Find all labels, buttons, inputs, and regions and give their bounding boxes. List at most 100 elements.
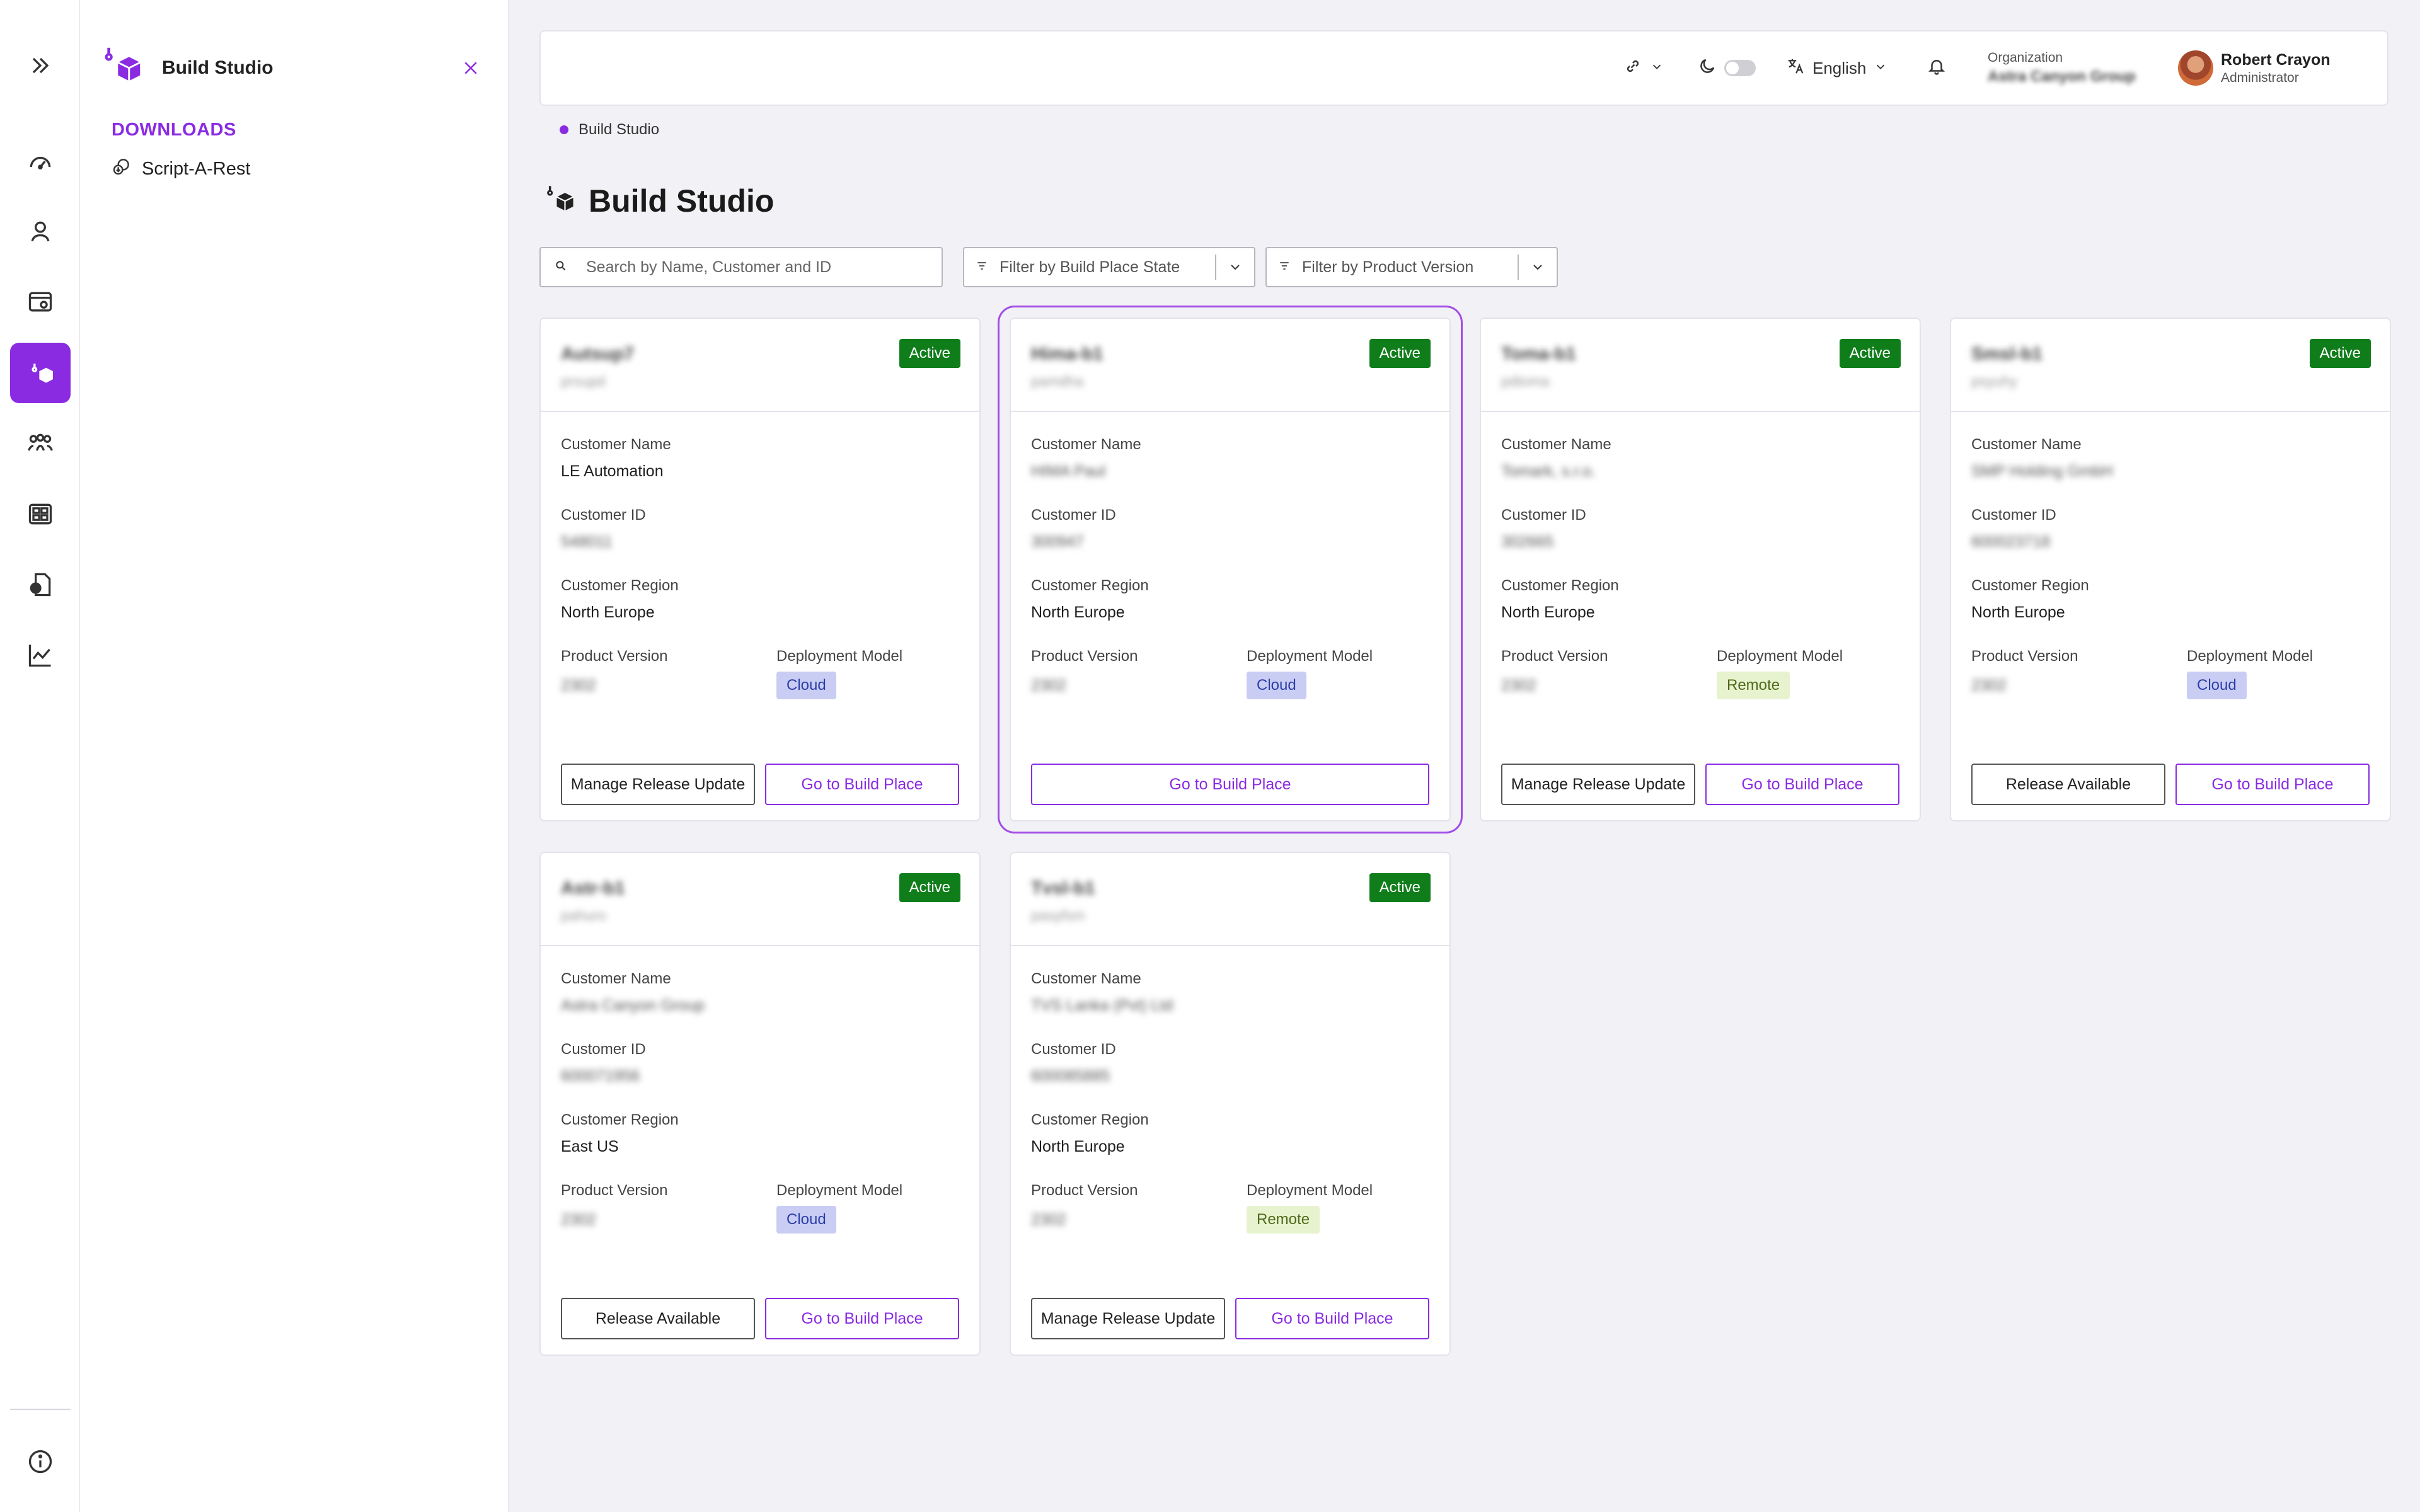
bell-icon	[1927, 57, 1946, 80]
build-place-subtitle: pahuro	[561, 907, 606, 924]
customer-name-value: TVS Lanka (Pvt) Ltd	[1031, 997, 1173, 1014]
build-place-card[interactable]: Tvsl-b1 pasyfsm Active Customer Name TVS…	[1010, 852, 1451, 1356]
card-header: Smsl-b1 psyuhy Active	[1951, 319, 2390, 412]
filter-icon	[976, 258, 988, 277]
product-version-value: 2302	[561, 677, 596, 694]
customer-region-value: North Europe	[1971, 604, 2065, 621]
build-place-state-placeholder: Filter by Build Place State	[1000, 258, 1180, 276]
deployment-model-badge: Cloud	[1247, 672, 1306, 699]
search-icon	[555, 260, 567, 275]
build-place-name: Toma-b1	[1501, 344, 1576, 364]
build-place-card[interactable]: Hima-b1 pamdha Active Customer Name HIMA…	[998, 306, 1463, 833]
product-version-label: Product Version	[561, 1182, 668, 1199]
customer-id-value: 600023718	[1971, 533, 2051, 551]
settings-window-icon[interactable]	[10, 272, 71, 333]
status-badge: Active	[1839, 339, 1901, 368]
customer-name-value: HIMA Paul	[1031, 462, 1106, 480]
page-title-text: Build Studio	[589, 183, 775, 219]
card-header: Autsup7 prsupd Active	[541, 319, 979, 412]
go-to-build-place-button[interactable]: Go to Build Place	[765, 764, 959, 805]
panel-title: Build Studio	[162, 57, 274, 78]
customer-id-value: 300947	[1031, 533, 1084, 551]
build-place-name: Smsl-b1	[1971, 344, 2043, 364]
customer-name-label: Customer Name	[1031, 436, 1141, 453]
customer-name-value: LE Automation	[561, 462, 664, 480]
customer-name-value: SMP Holding GmbH	[1971, 462, 2113, 480]
build-place-name: Astr-b1	[561, 878, 625, 898]
manage-release-update-button[interactable]: Manage Release Update	[561, 764, 755, 805]
link-menu[interactable]	[1623, 32, 1664, 105]
customer-id-label: Customer ID	[561, 507, 646, 524]
notifications-button[interactable]	[1927, 32, 1946, 105]
build-place-card[interactable]: Smsl-b1 psyuhy Active Customer Name SMP …	[1950, 318, 2391, 822]
product-version-label: Product Version	[1971, 648, 2078, 665]
card-header: Tvsl-b1 pasyfsm Active	[1011, 853, 1449, 946]
chevron-down-icon	[1228, 260, 1243, 279]
rail-divider	[10, 1409, 71, 1410]
grid-board-icon[interactable]	[10, 484, 71, 544]
customer-id-label: Customer ID	[1501, 507, 1586, 524]
dashboard-gauge-icon[interactable]	[10, 131, 71, 192]
info-icon[interactable]	[10, 1431, 71, 1492]
product-version-label: Product Version	[1031, 1182, 1138, 1199]
close-icon[interactable]	[458, 55, 483, 81]
breadcrumb-dot-icon	[560, 125, 568, 134]
team-icon[interactable]	[10, 413, 71, 474]
release-available-button[interactable]: Release Available	[1971, 764, 2165, 805]
customer-name-label: Customer Name	[1971, 436, 2082, 453]
manage-release-update-button[interactable]: Manage Release Update	[1031, 1298, 1225, 1339]
go-to-build-place-button[interactable]: Go to Build Place	[1235, 1298, 1429, 1339]
go-to-build-place-button[interactable]: Go to Build Place	[1031, 764, 1429, 805]
build-studio-title-icon	[544, 183, 577, 219]
build-studio-logo-icon	[101, 44, 146, 91]
status-badge: Active	[1369, 339, 1431, 368]
select-separator	[1518, 255, 1519, 280]
select-separator	[1215, 255, 1216, 280]
search-input[interactable]	[586, 258, 926, 277]
language-label: English	[1812, 58, 1867, 77]
customer-region-label: Customer Region	[1031, 577, 1149, 594]
product-version-value: 2302	[561, 1211, 596, 1228]
build-place-name: Autsup7	[561, 344, 634, 364]
build-place-card[interactable]: Toma-b1 pdtoma Active Customer Name Toma…	[1480, 318, 1921, 822]
avatar	[2178, 50, 2213, 86]
product-version-value: 2302	[1031, 1211, 1066, 1228]
analytics-chart-icon[interactable]	[10, 625, 71, 685]
product-version-value: 2302	[1031, 677, 1066, 694]
moon-icon	[1698, 57, 1717, 80]
go-to-build-place-button[interactable]: Go to Build Place	[2175, 764, 2370, 805]
release-available-button[interactable]: Release Available	[561, 1298, 755, 1339]
manage-release-update-button[interactable]: Manage Release Update	[1501, 764, 1695, 805]
user-icon[interactable]	[10, 202, 71, 262]
customer-region-value: East US	[561, 1138, 619, 1155]
build-place-state-filter[interactable]: Filter by Build Place State	[963, 247, 1255, 287]
build-place-card[interactable]: Astr-b1 pahuro Active Customer Name Astr…	[539, 852, 981, 1356]
panel-item-script-a-rest[interactable]: Script-A-Rest	[112, 156, 250, 181]
language-selector[interactable]: English	[1786, 32, 1887, 105]
chevron-down-icon	[1874, 59, 1887, 78]
deployment-model-label: Deployment Model	[776, 648, 903, 665]
build-place-name: Tvsl-b1	[1031, 878, 1095, 898]
deployment-model-label: Deployment Model	[1247, 1182, 1373, 1199]
product-version-label: Product Version	[561, 648, 668, 665]
dark-mode-toggle[interactable]	[1698, 32, 1756, 105]
translate-icon	[1786, 57, 1805, 80]
breadcrumb-item[interactable]: Build Studio	[579, 121, 659, 139]
customer-id-label: Customer ID	[1031, 507, 1116, 524]
build-studio-icon[interactable]	[10, 343, 71, 403]
deployment-model-label: Deployment Model	[1247, 648, 1373, 665]
customer-region-value: North Europe	[1031, 604, 1125, 621]
go-to-build-place-button[interactable]: Go to Build Place	[765, 1298, 959, 1339]
go-to-build-place-button[interactable]: Go to Build Place	[1705, 764, 1899, 805]
theme-switch[interactable]	[1724, 60, 1756, 76]
document-search-icon[interactable]	[10, 554, 71, 615]
deployment-model-badge: Cloud	[2187, 672, 2247, 699]
deployment-model-label: Deployment Model	[2187, 648, 2313, 665]
product-version-filter[interactable]: Filter by Product Version	[1265, 247, 1558, 287]
build-place-card[interactable]: Autsup7 prsupd Active Customer Name LE A…	[539, 318, 981, 822]
status-badge: Active	[899, 873, 960, 902]
user-profile[interactable]: Robert Crayon Administrator	[2178, 32, 2331, 105]
customer-name-label: Customer Name	[1501, 436, 1611, 453]
expand-sidebar-icon[interactable]	[10, 35, 71, 96]
build-place-name: Hima-b1	[1031, 344, 1103, 364]
